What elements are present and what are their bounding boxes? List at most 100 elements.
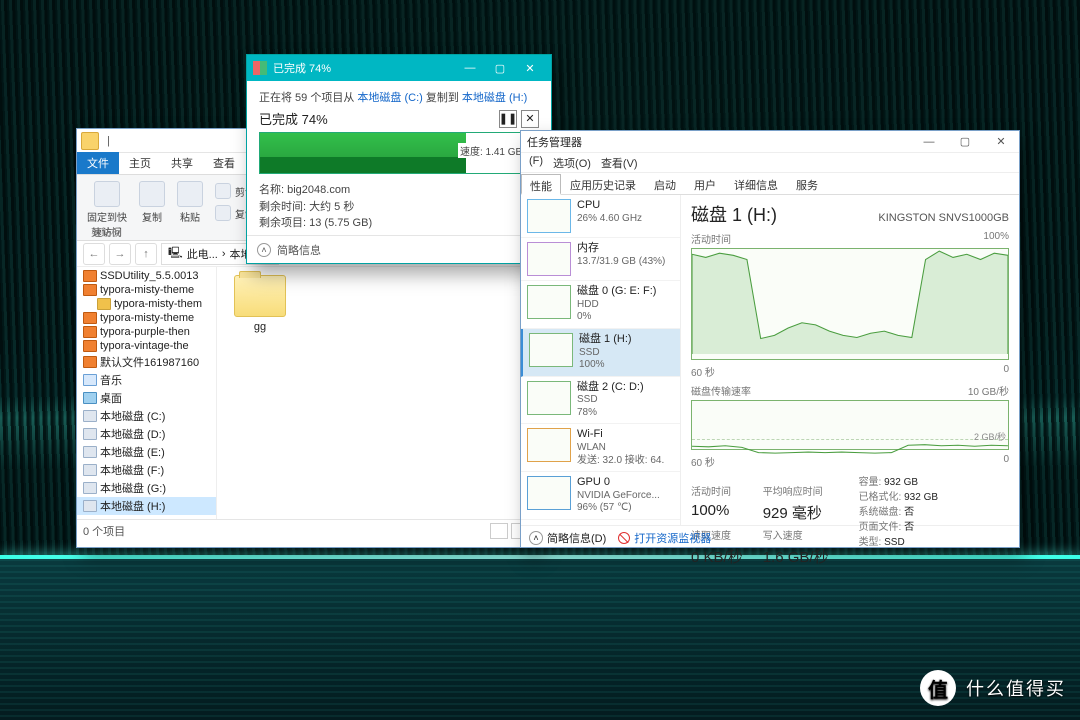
copy-time-remaining: 剩余时间: 大约 5 秒 <box>259 199 539 216</box>
chevron-up-icon[interactable]: ˄ <box>257 243 271 257</box>
tab-4[interactable]: 详细信息 <box>725 173 787 194</box>
menu-options[interactable]: 选项(O) <box>553 155 591 170</box>
folder-icon <box>97 298 111 310</box>
cut-icon <box>215 183 231 199</box>
perf-thumb <box>527 476 571 510</box>
tree-item[interactable]: 本地磁盘 (H:) <box>77 497 216 515</box>
copy-button[interactable]: 复制 <box>135 179 169 226</box>
disk-model: KINGSTON SNVS1000GB <box>878 212 1009 224</box>
tab-0[interactable]: 性能 <box>521 174 561 195</box>
watermark: 值 什么值得买 <box>920 670 1066 706</box>
tab-5[interactable]: 服务 <box>787 173 827 194</box>
tree-item[interactable]: 桌面 <box>77 389 216 407</box>
chevron-up-icon[interactable]: ˄ <box>529 531 543 545</box>
perf-item[interactable]: 磁盘 1 (H:)SSD100% <box>521 329 680 377</box>
perf-item[interactable]: GPU 0NVIDIA GeForce...96% (57 ℃) <box>521 472 680 520</box>
perf-thumb <box>527 428 571 462</box>
close-button[interactable]: ✕ <box>515 55 545 81</box>
file-list[interactable]: gg <box>217 267 535 519</box>
open-resource-monitor-link[interactable]: 打开资源监视器 <box>634 530 711 546</box>
brief-toggle[interactable]: 简略信息 <box>277 242 321 258</box>
throughput-chart: 2 GB/秒 <box>691 400 1009 450</box>
tree-item[interactable]: typora-misty-theme <box>77 311 216 325</box>
details-view-button[interactable] <box>490 523 508 539</box>
tree-item[interactable]: SSDUtility_5.5.0013 <box>77 269 216 283</box>
copy-name: 名称: big2048.com <box>259 182 539 199</box>
perf-item[interactable]: 磁盘 0 (G: E: F:)HDD0% <box>521 281 680 329</box>
copy-title: 已完成 74% <box>273 60 331 76</box>
zip-icon <box>83 326 97 338</box>
activity-chart <box>691 248 1009 360</box>
taskmgr-tabs: 性能应用历史记录启动用户详细信息服务 <box>521 173 1019 195</box>
drive-icon <box>83 428 97 440</box>
perf-thumb <box>527 285 571 319</box>
perf-item[interactable]: 磁盘 2 (C: D:)SSD78% <box>521 377 680 425</box>
perf-thumb <box>529 333 573 367</box>
copy-titlebar[interactable]: 已完成 74% — ▢ ✕ <box>247 55 551 81</box>
brief-toggle[interactable]: 简略信息(D) <box>547 530 606 546</box>
minimize-button[interactable]: — <box>455 55 485 81</box>
drive-icon <box>83 482 97 494</box>
copy-summary: 正在将 59 个项目从 本地磁盘 (C:) 复制到 本地磁盘 (H:) <box>259 89 539 105</box>
folder-icon <box>81 132 99 150</box>
menu-file[interactable]: (F) <box>529 155 543 170</box>
desktop-icon <box>83 392 97 404</box>
tree-item[interactable]: 本地磁盘 (C:) <box>77 407 216 425</box>
tree-item[interactable]: 本地磁盘 (F:) <box>77 461 216 479</box>
paste-button[interactable]: 粘贴 <box>173 179 207 226</box>
nav-tree[interactable]: SSDUtility_5.5.0013typora-misty-themetyp… <box>77 267 217 519</box>
view-tab[interactable]: 查看 <box>203 152 245 174</box>
file-tab[interactable]: 文件 <box>77 152 119 174</box>
tree-item[interactable]: 本地磁盘 (D:) <box>77 425 216 443</box>
dst-link[interactable]: 本地磁盘 (H:) <box>462 92 527 104</box>
tree-item[interactable]: 音乐 <box>77 371 216 389</box>
tree-item[interactable]: 本地磁盘 (G:) <box>77 479 216 497</box>
zip-icon <box>83 284 97 296</box>
cancel-button[interactable]: ✕ <box>521 110 539 128</box>
folder-item[interactable]: gg <box>225 275 295 333</box>
src-link[interactable]: 本地磁盘 (C:) <box>357 92 422 104</box>
copy-icon <box>139 181 165 207</box>
copy-progress-dialog[interactable]: 已完成 74% — ▢ ✕ 正在将 59 个项目从 本地磁盘 (C:) 复制到 … <box>246 54 552 264</box>
pc-icon: 🖳 <box>168 244 183 263</box>
tab-2[interactable]: 启动 <box>645 173 685 194</box>
taskmgr-menubar: (F) 选项(O) 查看(V) <box>521 153 1019 173</box>
clipboard-group-label: 剪贴板 <box>91 224 121 239</box>
tab-3[interactable]: 用户 <box>685 173 725 194</box>
maximize-button[interactable]: ▢ <box>485 55 515 81</box>
disk-title: 磁盘 1 (H:) <box>691 201 777 227</box>
share-tab[interactable]: 共享 <box>161 152 203 174</box>
perf-sidebar[interactable]: CPU26% 4.60 GHz内存13.7/31.9 GB (43%)磁盘 0 … <box>521 195 681 525</box>
back-button[interactable]: ← <box>83 243 105 265</box>
drive-icon <box>83 410 97 422</box>
taskmgr-titlebar[interactable]: 任务管理器 — ▢ ✕ <box>521 131 1019 153</box>
maximize-button[interactable]: ▢ <box>947 131 983 153</box>
tree-item[interactable]: typora-vintage-the <box>77 339 216 353</box>
tree-item[interactable]: 默认文件161987160 <box>77 353 216 371</box>
perf-item[interactable]: CPU26% 4.60 GHz <box>521 195 680 238</box>
copy-items-remaining: 剩余项目: 13 (5.75 GB) <box>259 215 539 232</box>
tab-1[interactable]: 应用历史记录 <box>561 173 645 194</box>
perf-item[interactable]: Wi-FiWLAN发送: 32.0 接收: 64. <box>521 424 680 472</box>
tree-item[interactable]: typora-purple-then <box>77 325 216 339</box>
close-button[interactable]: ✕ <box>983 131 1019 153</box>
home-tab[interactable]: 主页 <box>119 152 161 174</box>
copy-footer: ˄ 简略信息 <box>247 235 551 263</box>
drive-icon <box>83 500 97 512</box>
pause-button[interactable]: ❚❚ <box>499 110 517 128</box>
task-manager-window[interactable]: 任务管理器 — ▢ ✕ (F) 选项(O) 查看(V) 性能应用历史记录启动用户… <box>520 130 1020 548</box>
percent-complete: 已完成 74% <box>259 109 328 128</box>
item-count: 0 个项目 <box>83 523 125 539</box>
minimize-button[interactable]: — <box>911 131 947 153</box>
menu-view[interactable]: 查看(V) <box>601 155 638 170</box>
tree-item[interactable]: typora-misty-them <box>77 297 216 311</box>
forward-button[interactable]: → <box>109 243 131 265</box>
zip-icon <box>83 270 97 282</box>
qat-divider: | <box>103 135 114 147</box>
perf-item[interactable]: 内存13.7/31.9 GB (43%) <box>521 238 680 281</box>
tree-item[interactable]: 本地磁盘 (E:) <box>77 443 216 461</box>
watermark-badge-icon: 值 <box>920 670 956 706</box>
zip-icon <box>83 312 97 324</box>
up-button[interactable]: ↑ <box>135 243 157 265</box>
tree-item[interactable]: typora-misty-theme <box>77 283 216 297</box>
